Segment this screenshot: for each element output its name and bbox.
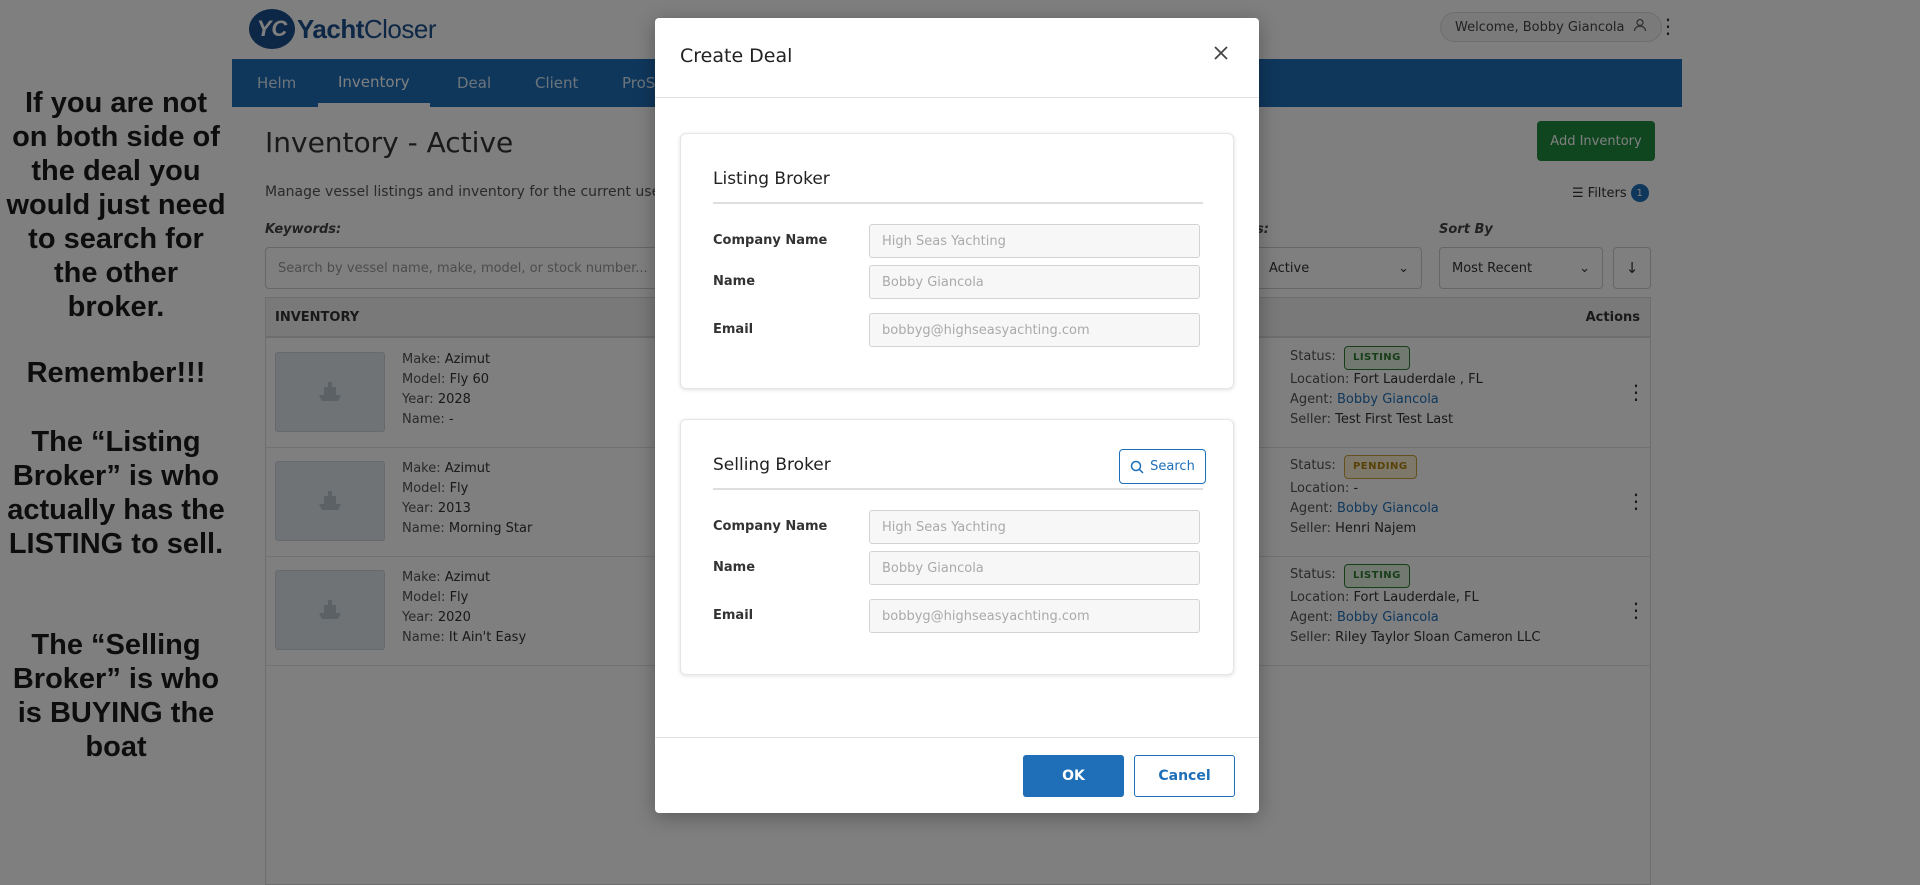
selling-email-label: Email xyxy=(713,608,754,623)
listing-company-input[interactable]: High Seas Yachting xyxy=(869,224,1200,258)
selling-company-label: Company Name xyxy=(713,519,828,534)
modal-header: Create Deal xyxy=(655,18,1259,98)
divider xyxy=(713,488,1203,490)
create-deal-modal: Create Deal Listing Broker Company Name … xyxy=(655,18,1259,813)
divider xyxy=(713,202,1203,204)
cancel-button[interactable]: Cancel xyxy=(1134,755,1235,797)
listing-name-input[interactable]: Bobby Giancola xyxy=(869,265,1200,299)
modal-title: Create Deal xyxy=(680,45,793,67)
selling-name-label: Name xyxy=(713,560,756,575)
selling-company-input[interactable]: High Seas Yachting xyxy=(869,510,1200,544)
ok-button[interactable]: OK xyxy=(1023,755,1124,797)
listing-broker-title: Listing Broker xyxy=(713,169,830,189)
listing-email-label: Email xyxy=(713,322,754,337)
selling-broker-title: Selling Broker xyxy=(713,455,831,475)
listing-company-label: Company Name xyxy=(713,233,828,248)
listing-name-label: Name xyxy=(713,274,756,289)
listing-broker-card: Listing Broker Company Name High Seas Ya… xyxy=(680,133,1234,389)
search-icon xyxy=(1130,460,1144,474)
search-button-label: Search xyxy=(1150,459,1195,474)
selling-name-input[interactable]: Bobby Giancola xyxy=(869,551,1200,585)
broker-search-button[interactable]: Search xyxy=(1119,449,1206,484)
listing-email-input[interactable]: bobbyg@highseasyachting.com xyxy=(869,313,1200,347)
modal-footer: OK Cancel xyxy=(655,737,1259,813)
close-icon[interactable] xyxy=(1213,44,1229,64)
selling-broker-card: Selling Broker Search Company Name High … xyxy=(680,419,1234,675)
selling-email-input[interactable]: bobbyg@highseasyachting.com xyxy=(869,599,1200,633)
